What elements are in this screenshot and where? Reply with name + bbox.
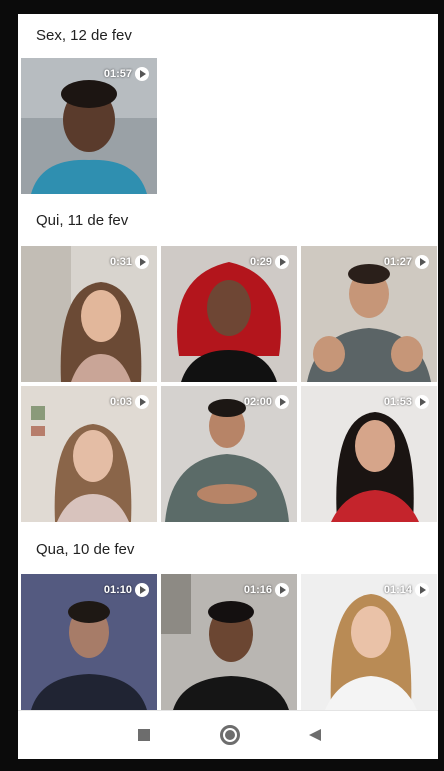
- duration-label: 01:10: [103, 584, 132, 596]
- video-duration: 01:10: [104, 583, 149, 597]
- play-icon: [415, 395, 429, 409]
- play-icon: [415, 583, 429, 597]
- duration-label: 0:29: [249, 256, 272, 268]
- section-date: Sex, 12 de fev: [36, 27, 132, 44]
- video-thumbnail[interactable]: 01:57: [21, 58, 157, 194]
- video-duration: 01:14: [384, 583, 429, 597]
- video-thumbnail[interactable]: 01:14: [301, 574, 437, 710]
- video-duration: 01:57: [104, 67, 149, 81]
- gallery-screen: Sex, 12 de fev 01:57 Qui, 11 de fev 0:31: [18, 14, 438, 759]
- video-duration: 01:53: [384, 395, 429, 409]
- duration-label: 01:16: [243, 584, 272, 596]
- play-icon: [275, 583, 289, 597]
- play-icon: [135, 583, 149, 597]
- play-icon: [135, 255, 149, 269]
- video-thumbnail[interactable]: 01:16: [161, 574, 297, 710]
- system-navigation-bar: [18, 710, 438, 759]
- video-thumbnail[interactable]: 02:00: [161, 386, 297, 522]
- video-thumbnail[interactable]: 01:27: [301, 246, 437, 382]
- recents-icon[interactable]: [132, 723, 156, 747]
- duration-label: 02:00: [243, 396, 272, 408]
- video-thumbnail[interactable]: 01:53: [301, 386, 437, 522]
- back-icon[interactable]: [304, 723, 328, 747]
- play-icon: [275, 395, 289, 409]
- video-duration: 02:00: [244, 395, 289, 409]
- duration-label: 01:53: [383, 396, 412, 408]
- play-icon: [275, 255, 289, 269]
- duration-label: 0:31: [109, 256, 132, 268]
- video-duration: 0:31: [110, 255, 149, 269]
- section-date: Qua, 10 de fev: [36, 541, 135, 558]
- home-icon[interactable]: [218, 723, 242, 747]
- duration-label: 0:03: [109, 396, 132, 408]
- play-icon: [135, 395, 149, 409]
- video-thumbnail[interactable]: 01:10: [21, 574, 157, 710]
- video-thumbnail[interactable]: 0:31: [21, 246, 157, 382]
- play-icon: [135, 67, 149, 81]
- play-icon: [415, 255, 429, 269]
- video-thumbnail[interactable]: 0:03: [21, 386, 157, 522]
- section-date: Qui, 11 de fev: [36, 212, 129, 229]
- video-duration: 0:03: [110, 395, 149, 409]
- duration-label: 01:57: [103, 68, 132, 80]
- video-duration: 01:27: [384, 255, 429, 269]
- video-duration: 01:16: [244, 583, 289, 597]
- video-duration: 0:29: [250, 255, 289, 269]
- duration-label: 01:14: [383, 584, 412, 596]
- duration-label: 01:27: [383, 256, 412, 268]
- video-thumbnail[interactable]: 0:29: [161, 246, 297, 382]
